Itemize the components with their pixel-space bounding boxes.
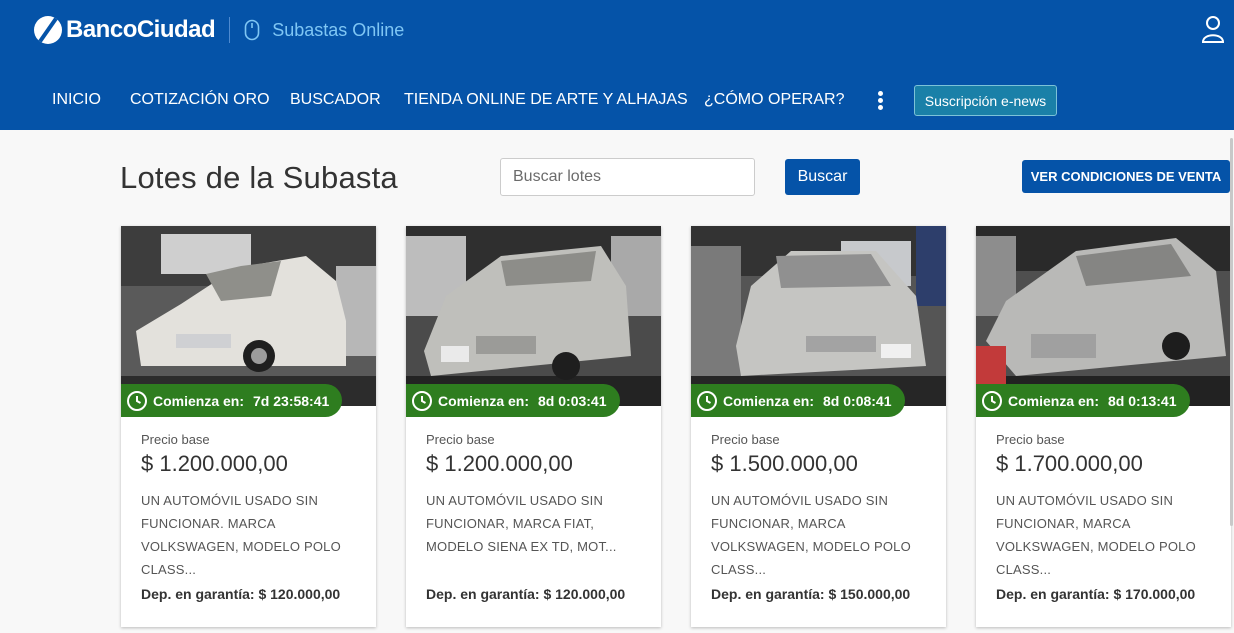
lot-card[interactable]: Comienza en: 8d 0:13:41 Precio base $ 1.… (976, 226, 1231, 627)
enews-subscribe-button[interactable]: Suscripción e-news (914, 85, 1057, 116)
countdown-value: 8d 0:13:41 (1108, 392, 1177, 409)
base-price: $ 1.500.000,00 (711, 451, 858, 476)
lot-card[interactable]: Comienza en: 8d 0:03:41 Precio base $ 1.… (406, 226, 661, 627)
clock-icon (127, 390, 147, 411)
search-input[interactable] (500, 158, 755, 196)
brand[interactable]: BancoCiudad Subastas Online (34, 13, 404, 47)
lot-photo (976, 226, 1231, 406)
countdown-badge: Comienza en: 8d 0:13:41 (976, 384, 1190, 417)
lot-description: UN AUTOMÓVIL USADO SIN FUNCIONAR, MARCA … (426, 493, 617, 554)
countdown-label: Comienza en: (723, 392, 815, 409)
clock-icon (982, 390, 1002, 411)
guarantee-deposit: Dep. en garantía: $ 120.000,00 (141, 586, 341, 602)
nav-tienda-online[interactable]: TIENDA ONLINE DE ARTE Y ALHAJAS (404, 91, 688, 109)
nav-cotizacion-oro[interactable]: COTIZACIÓN ORO (130, 91, 270, 109)
guarantee-deposit: Dep. en garantía: $ 120.000,00 (426, 586, 626, 602)
base-price-label: Precio base (996, 432, 1065, 447)
nav-como-operar[interactable]: ¿CÓMO OPERAR? (704, 91, 844, 109)
guarantee-deposit: Dep. en garantía: $ 150.000,00 (711, 586, 911, 602)
countdown-value: 8d 0:03:41 (538, 392, 607, 409)
clock-icon (697, 390, 717, 411)
lot-description: UN AUTOMÓVIL USADO SIN FUNCIONAR. MARCA … (141, 493, 341, 577)
countdown-value: 8d 0:08:41 (823, 392, 892, 409)
site-header: BancoCiudad Subastas Online INICIO COTIZ… (0, 0, 1234, 130)
mouse-icon (244, 19, 260, 41)
search-button[interactable]: Buscar (785, 159, 860, 195)
lot-description: UN AUTOMÓVIL USADO SIN FUNCIONAR, MARCA … (711, 493, 911, 577)
nav-inicio[interactable]: INICIO (52, 91, 101, 109)
lot-description: UN AUTOMÓVIL USADO SIN FUNCIONAR, MARCA … (996, 493, 1196, 577)
brand-divider (229, 17, 231, 43)
page-title: Lotes de la Subasta (120, 160, 398, 195)
countdown-label: Comienza en: (153, 392, 245, 409)
site-subtitle: Subastas Online (272, 19, 405, 40)
countdown-badge: Comienza en: 8d 0:08:41 (691, 384, 905, 417)
more-vertical-icon[interactable] (874, 91, 886, 113)
base-price: $ 1.200.000,00 (426, 451, 573, 476)
countdown-label: Comienza en: (1008, 392, 1100, 409)
base-price: $ 1.200.000,00 (141, 451, 288, 476)
countdown-badge: Comienza en: 8d 0:03:41 (406, 384, 620, 417)
lot-card[interactable]: Comienza en: 7d 23:58:41 Precio base $ 1… (121, 226, 376, 627)
countdown-value: 7d 23:58:41 (253, 392, 330, 409)
bancociudad-logo-icon (34, 16, 62, 44)
lot-photo (406, 226, 661, 406)
base-price-label: Precio base (711, 432, 780, 447)
brand-name: BancoCiudad (66, 16, 216, 43)
scrollbar-thumb[interactable] (1230, 138, 1233, 526)
base-price: $ 1.700.000,00 (996, 451, 1143, 476)
lot-card[interactable]: Comienza en: 8d 0:08:41 Precio base $ 1.… (691, 226, 946, 627)
nav-buscador[interactable]: BUSCADOR (290, 91, 381, 109)
conditions-button[interactable]: VER CONDICIONES DE VENTA (1022, 160, 1230, 193)
countdown-label: Comienza en: (438, 392, 530, 409)
base-price-label: Precio base (141, 432, 210, 447)
user-icon[interactable] (1199, 14, 1227, 44)
lot-photo (121, 226, 376, 406)
guarantee-deposit: Dep. en garantía: $ 170.000,00 (996, 586, 1196, 602)
base-price-label: Precio base (426, 432, 495, 447)
clock-icon (412, 390, 432, 411)
lot-photo (691, 226, 946, 406)
countdown-badge: Comienza en: 7d 23:58:41 (121, 384, 343, 417)
